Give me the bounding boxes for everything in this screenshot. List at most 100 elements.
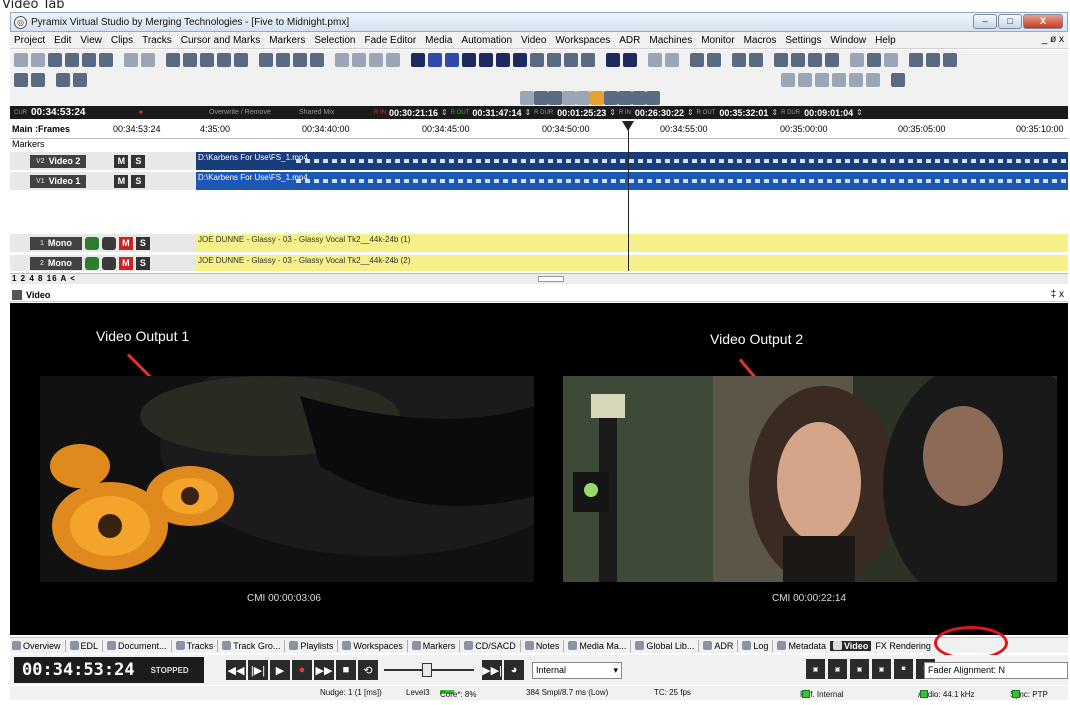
dur-timecode[interactable]: 00:01:25:23 xyxy=(557,108,606,118)
overwrite-mode[interactable]: Overwrite / Remove xyxy=(209,109,271,116)
markers-lane[interactable]: Markers xyxy=(10,139,1068,149)
view-mode-2-icon[interactable] xyxy=(428,53,442,67)
dur-stepper-icon[interactable]: ⇕ xyxy=(609,108,616,117)
nav-end-icon[interactable] xyxy=(73,73,87,87)
track-name-badge[interactable]: V2 Video 2 xyxy=(30,154,87,168)
group-3-icon[interactable] xyxy=(815,73,829,87)
redo-icon[interactable] xyxy=(141,53,155,67)
menu-edit[interactable]: Edit xyxy=(54,35,71,46)
shuttle-knob[interactable] xyxy=(422,663,432,677)
grid-icon[interactable] xyxy=(623,53,637,67)
audio-clip[interactable]: JOE DUNNE - Glassy - 03 - Glassy Vocal T… xyxy=(196,255,1068,271)
split-icon[interactable] xyxy=(259,53,273,67)
zoom-out-icon[interactable] xyxy=(369,53,383,67)
zoom-icon[interactable] xyxy=(335,53,349,67)
automation-2-icon[interactable] xyxy=(749,53,763,67)
tab-overview[interactable]: Overview xyxy=(12,641,61,651)
link-icon[interactable] xyxy=(850,53,864,67)
maximize-button[interactable]: □ xyxy=(998,14,1022,29)
level-3-icon[interactable] xyxy=(548,91,562,105)
tab-markers[interactable]: Markers xyxy=(411,641,455,651)
edit-mode-3-icon[interactable] xyxy=(808,53,822,67)
settings-icon[interactable] xyxy=(82,53,96,67)
track-video-1[interactable]: V1 Video 1 M S D:\Karbens For Use\FS_1.mp… xyxy=(10,172,1068,190)
monitor-button-4[interactable]: ▣ xyxy=(872,659,891,679)
play-button[interactable]: ▶ xyxy=(270,660,290,680)
snap-icon[interactable] xyxy=(606,53,620,67)
input-monitor-button[interactable] xyxy=(84,256,99,270)
mute-button[interactable]: M xyxy=(118,236,133,250)
menu-media[interactable]: Media xyxy=(425,35,452,46)
globe-icon[interactable] xyxy=(530,53,544,67)
menu-selection[interactable]: Selection xyxy=(314,35,355,46)
fast-forward-button[interactable]: ▶▶ xyxy=(314,660,334,680)
cut-icon[interactable] xyxy=(183,53,197,67)
input-monitor-button[interactable] xyxy=(84,236,99,250)
video-clip[interactable]: D:\Karbens For Use\FS_1.mp4 xyxy=(196,152,1068,170)
nav-start-icon[interactable] xyxy=(14,73,28,87)
menu-workspaces[interactable]: Workspaces xyxy=(555,35,610,46)
nav-next-icon[interactable] xyxy=(56,73,70,87)
solo-button[interactable]: S xyxy=(135,236,150,250)
join-icon[interactable] xyxy=(276,53,290,67)
tab-notes[interactable]: Notes xyxy=(524,641,559,651)
menu-macros[interactable]: Macros xyxy=(744,35,777,46)
cursor-timecode[interactable]: 00:34:53:24 xyxy=(31,107,85,118)
track-header[interactable]: 1 Mono M S xyxy=(10,234,196,252)
video-clip[interactable]: D:\Karbens For Use\FS_1.mp4 xyxy=(196,172,1068,190)
zoom-in-icon[interactable] xyxy=(352,53,366,67)
tab-media-management[interactable]: Media Ma... xyxy=(568,641,626,651)
view-mode-1-icon[interactable] xyxy=(411,53,425,67)
menu-tracks[interactable]: Tracks xyxy=(142,35,172,46)
tool-icon[interactable] xyxy=(884,53,898,67)
view-mode-6-icon[interactable] xyxy=(496,53,510,67)
delete-icon[interactable] xyxy=(166,53,180,67)
level-5-icon[interactable] xyxy=(576,91,590,105)
cursor-icon[interactable] xyxy=(690,53,704,67)
tab-document[interactable]: Document... xyxy=(107,641,167,651)
menu-automation[interactable]: Automation xyxy=(461,35,512,46)
level-1-icon[interactable] xyxy=(520,91,534,105)
close-button[interactable]: X xyxy=(1023,14,1063,29)
track-audio-1[interactable]: 1 Mono M S JOE DUNNE - Glassy - 03 - Glas… xyxy=(10,234,1068,252)
scroll-thumb[interactable] xyxy=(538,276,564,282)
sync-source-select[interactable]: Internal xyxy=(532,661,622,679)
rewind-button[interactable]: ◀◀ xyxy=(226,660,246,680)
camera-button[interactable]: ◙ xyxy=(894,659,913,679)
tab-tracks[interactable]: Tracks xyxy=(175,641,213,651)
menu-settings[interactable]: Settings xyxy=(785,35,821,46)
view-mode-4-icon[interactable] xyxy=(462,53,476,67)
solo-button[interactable]: S xyxy=(135,256,150,270)
zoom-fit-icon[interactable] xyxy=(386,53,400,67)
auto-input-button[interactable] xyxy=(101,256,116,270)
new-file-icon[interactable] xyxy=(14,53,28,67)
monitor-button-2[interactable]: ▣ xyxy=(828,659,847,679)
panel-pin-close-buttons[interactable]: ‡ x xyxy=(1051,289,1064,300)
solo-button[interactable]: S xyxy=(131,154,146,168)
mdi-window-controls[interactable]: _ ø x xyxy=(1042,34,1064,45)
minimize-button[interactable]: – xyxy=(973,14,997,29)
in2-stepper-icon[interactable]: ⇕ xyxy=(687,108,694,117)
group-4-icon[interactable] xyxy=(832,73,846,87)
copy-icon[interactable] xyxy=(200,53,214,67)
main-clock[interactable]: 00:34:53:24 STOPPED xyxy=(14,657,204,683)
track-zoom-buttons[interactable]: 1 2 4 8 16 A < xyxy=(12,274,76,283)
menu-clips[interactable]: Clips xyxy=(111,35,133,46)
search-icon[interactable] xyxy=(564,53,578,67)
menu-fade-editor[interactable]: Fade Editor xyxy=(364,35,416,46)
punch-region-icon[interactable] xyxy=(943,53,957,67)
monitor-button-1[interactable]: ▣ xyxy=(806,659,825,679)
group-6-icon[interactable] xyxy=(866,73,880,87)
paste-special-icon[interactable] xyxy=(234,53,248,67)
nav-prev-icon[interactable] xyxy=(31,73,45,87)
sync-toggle-button[interactable]: ◕ xyxy=(504,660,524,680)
edit-mode-4-icon[interactable] xyxy=(825,53,839,67)
menu-window[interactable]: Window xyxy=(831,35,867,46)
level-2-icon[interactable] xyxy=(534,91,548,105)
menu-machines[interactable]: Machines xyxy=(649,35,692,46)
view-mode-3-icon[interactable] xyxy=(445,53,459,67)
level-6-icon[interactable] xyxy=(590,91,604,105)
group-1-icon[interactable] xyxy=(781,73,795,87)
jog-forward-button[interactable]: ▶▶| xyxy=(482,660,502,680)
stop-button[interactable]: ■ xyxy=(336,660,356,680)
